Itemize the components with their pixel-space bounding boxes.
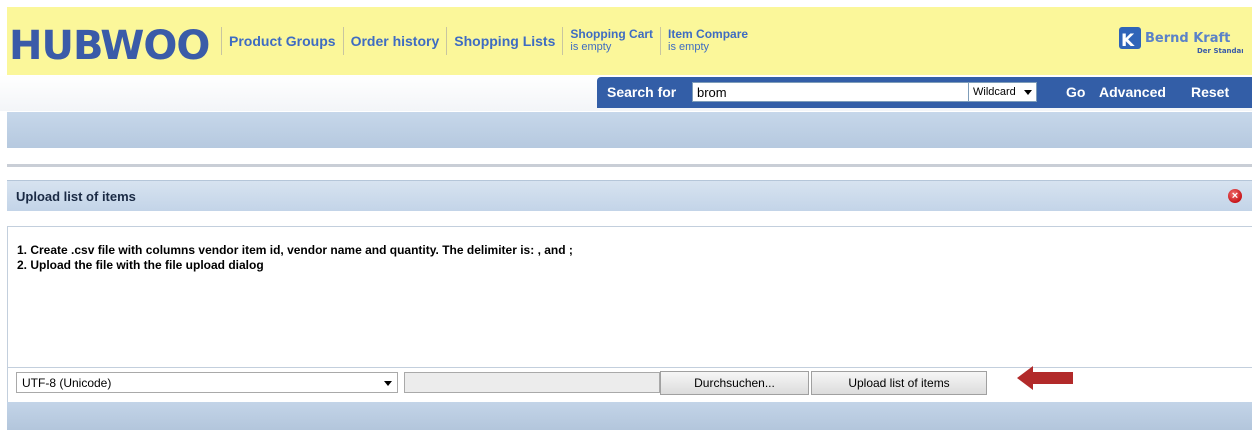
- top-header: HUBWOO Product Groups Order history Shop…: [7, 7, 1252, 75]
- search-label: Search for: [607, 84, 677, 100]
- item-compare-status: is empty: [668, 41, 710, 53]
- encoding-select[interactable]: UTF-8 (Unicode): [16, 372, 398, 393]
- panel-title: Upload list of items: [16, 189, 136, 204]
- bottom-band: [7, 402, 1252, 430]
- search-mode-value: Wildcard: [973, 86, 1016, 98]
- upload-instructions: 1. Create .csv file with columns vendor …: [7, 226, 1252, 367]
- nav-product-groups[interactable]: Product Groups: [221, 27, 343, 55]
- search-bar: Search for Wildcard Go Advanced Reset: [597, 77, 1252, 108]
- advanced-search-button[interactable]: Advanced: [1099, 84, 1166, 100]
- go-button[interactable]: Go: [1066, 84, 1085, 100]
- item-compare-title: Item Compare: [668, 27, 749, 41]
- bernd-kraft-logo: K Bernd Kraft Der Standard: [1119, 27, 1243, 55]
- chevron-down-icon: [384, 381, 392, 386]
- left-arrow-icon: [1017, 366, 1073, 390]
- chevron-down-icon: [1024, 90, 1032, 95]
- upload-panel-header: Upload list of items ×: [7, 180, 1252, 211]
- instruction-step-1: 1. Create .csv file with columns vendor …: [17, 243, 573, 257]
- instruction-step-2: 2. Upload the file with the file upload …: [17, 258, 264, 272]
- nav-shopping-lists[interactable]: Shopping Lists: [446, 27, 562, 55]
- svg-text:K: K: [1121, 31, 1135, 51]
- close-icon[interactable]: ×: [1228, 189, 1242, 203]
- main-nav: Product Groups Order history Shopping Li…: [221, 27, 755, 61]
- svg-text:Bernd Kraft: Bernd Kraft: [1145, 31, 1230, 46]
- reset-button[interactable]: Reset: [1191, 84, 1229, 100]
- nav-item-compare[interactable]: Item Compare is empty: [660, 27, 755, 55]
- shopping-cart-status: is empty: [570, 41, 612, 53]
- blue-band: [7, 112, 1252, 148]
- nav-order-history[interactable]: Order history: [342, 27, 447, 55]
- shopping-cart-title: Shopping Cart: [570, 27, 654, 41]
- encoding-value: UTF-8 (Unicode): [22, 376, 112, 390]
- divider: [7, 164, 1252, 167]
- upload-list-button[interactable]: Upload list of items: [811, 371, 987, 395]
- search-input[interactable]: [692, 82, 970, 102]
- svg-text:Der Standard: Der Standard: [1197, 47, 1243, 55]
- svg-text:HUBWOO: HUBWOO: [9, 23, 209, 67]
- search-mode-select[interactable]: Wildcard: [968, 82, 1037, 102]
- nav-shopping-cart[interactable]: Shopping Cart is empty: [562, 27, 660, 55]
- hubwoo-logo[interactable]: HUBWOO: [7, 17, 217, 67]
- file-path-field[interactable]: [404, 372, 660, 393]
- browse-button[interactable]: Durchsuchen...: [660, 371, 809, 395]
